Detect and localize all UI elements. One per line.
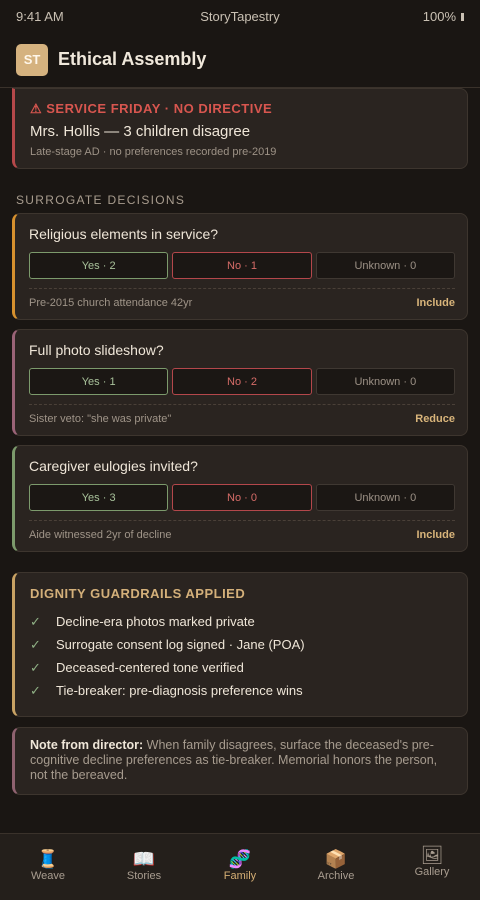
vote-no-button[interactable]: No · 2 xyxy=(172,368,312,395)
tab-label: Stories xyxy=(126,870,162,882)
status-battery: 100% xyxy=(423,9,464,24)
tab-bar: 🧵 Weave 📖 Stories 🧬 Family 📦 Archive 🖼 G… xyxy=(0,833,480,900)
guardrail-text: Decline-era photos marked private xyxy=(56,614,255,629)
section-heading: SURROGATE DECISIONS xyxy=(16,193,186,207)
status-bar: 9:41 AM StoryTapestry 100% xyxy=(0,0,480,32)
vote-yes-button[interactable]: Yes · 3 xyxy=(29,484,169,511)
status-time: 9:41 AM xyxy=(16,8,64,24)
service-alert-card[interactable]: ⚠ SERVICE FRIDAY · NO DIRECTIVE Mrs. Hol… xyxy=(12,88,468,169)
tab-label: Gallery xyxy=(414,866,450,878)
battery-level: 100% xyxy=(422,8,456,24)
thread-spool-icon: 🧵 xyxy=(36,849,60,869)
decision-card: Caregiver eulogies invited? Yes · 3 No ·… xyxy=(12,445,468,552)
vote-unknown-button[interactable]: Unknown · 0 xyxy=(315,252,455,279)
decision-evidence: Sister veto: "she was private" xyxy=(29,413,172,425)
vote-no-button[interactable]: No · 0 xyxy=(172,484,312,511)
status-carrier: StoryTapestry xyxy=(200,8,280,24)
vote-unknown-button[interactable]: Unknown · 0 xyxy=(315,484,455,511)
vote-group: Yes · 2 No · 1 Unknown · 0 xyxy=(29,252,455,279)
vote-no-button[interactable]: No · 1 xyxy=(172,252,312,279)
main-content: ⚠ SERVICE FRIDAY · NO DIRECTIVE Mrs. Hol… xyxy=(0,88,480,795)
tab-gallery[interactable]: 🖼 Gallery xyxy=(384,834,480,900)
vote-yes-button[interactable]: Yes · 1 xyxy=(29,368,169,395)
family-icon: 🧬 xyxy=(228,849,252,869)
decision-recommendation[interactable]: Include xyxy=(416,297,455,309)
tab-label: Weave xyxy=(30,870,66,882)
decision-evidence: Pre-2015 church attendance 42yr xyxy=(29,297,193,309)
tab-weave[interactable]: 🧵 Weave xyxy=(0,834,96,900)
decision-question: Caregiver eulogies invited? xyxy=(29,458,198,474)
vote-group: Yes · 1 No · 2 Unknown · 0 xyxy=(29,368,455,395)
page-title: Ethical Assembly xyxy=(58,49,207,69)
tab-family[interactable]: 🧬 Family xyxy=(192,834,288,900)
tab-stories[interactable]: 📖 Stories xyxy=(96,834,192,900)
guardrail-item: ✓ Tie-breaker: pre-diagnosis preference w… xyxy=(30,679,453,702)
checkmark-icon: ✓ xyxy=(30,682,41,698)
guardrail-text: Surrogate consent log signed · Jane (POA… xyxy=(56,637,305,652)
battery-icon xyxy=(461,13,464,22)
guardrail-item: ✓ Surrogate consent log signed · Jane (PO… xyxy=(30,633,453,656)
decision-card: Religious elements in service? Yes · 2 N… xyxy=(12,213,468,320)
note-label: Note from director: xyxy=(30,738,144,752)
decision-recommendation[interactable]: Reduce xyxy=(415,413,455,425)
guardrails-title: DIGNITY GUARDRAILS APPLIED xyxy=(30,586,246,601)
vote-yes-button[interactable]: Yes · 2 xyxy=(29,252,169,279)
vote-group: Yes · 3 No · 0 Unknown · 0 xyxy=(29,484,455,511)
alert-title: ⚠ SERVICE FRIDAY · NO DIRECTIVE xyxy=(30,101,273,116)
tab-archive[interactable]: 📦 Archive xyxy=(288,834,384,900)
guardrail-item: ✓ Deceased-centered tone verified xyxy=(30,656,453,679)
checkmark-icon: ✓ xyxy=(30,636,41,652)
decision-question: Religious elements in service? xyxy=(29,226,219,242)
director-note: Note from director: When family disagree… xyxy=(12,727,468,795)
framed-picture-icon: 🖼 xyxy=(420,845,444,865)
decision-question: Full photo slideshow? xyxy=(29,342,164,358)
guardrail-text: Tie-breaker: pre-diagnosis preference wi… xyxy=(56,683,303,698)
app-header: ST Ethical Assembly xyxy=(0,32,480,88)
checkmark-icon: ✓ xyxy=(30,659,41,675)
decision-list: Religious elements in service? Yes · 2 N… xyxy=(12,213,468,552)
decision-footer: Pre-2015 church attendance 42yr Include xyxy=(29,288,455,309)
app-logo[interactable]: ST xyxy=(16,43,48,76)
guardrail-text: Deceased-centered tone verified xyxy=(56,660,244,675)
decision-recommendation[interactable]: Include xyxy=(416,529,455,541)
decision-footer: Aide witnessed 2yr of decline Include xyxy=(29,520,455,541)
guardrails-card: DIGNITY GUARDRAILS APPLIED ✓ Decline-era … xyxy=(12,572,468,717)
alert-detail: Late-stage AD · no preferences recorded … xyxy=(30,146,277,158)
guardrails-list: ✓ Decline-era photos marked private ✓ Surr… xyxy=(30,610,453,702)
open-book-icon: 📖 xyxy=(132,849,156,869)
tab-label: Family xyxy=(223,870,257,882)
tab-label: Archive xyxy=(317,870,355,882)
decision-evidence: Aide witnessed 2yr of decline xyxy=(29,529,172,541)
guardrail-item: ✓ Decline-era photos marked private xyxy=(30,610,453,633)
decision-footer: Sister veto: "she was private" Reduce xyxy=(29,404,455,425)
archive-box-icon: 📦 xyxy=(324,849,348,869)
vote-unknown-button[interactable]: Unknown · 0 xyxy=(315,368,455,395)
alert-subject: Mrs. Hollis — 3 children disagree xyxy=(30,123,251,140)
checkmark-icon: ✓ xyxy=(30,613,41,629)
decision-card: Full photo slideshow? Yes · 1 No · 2 Unk… xyxy=(12,329,468,436)
